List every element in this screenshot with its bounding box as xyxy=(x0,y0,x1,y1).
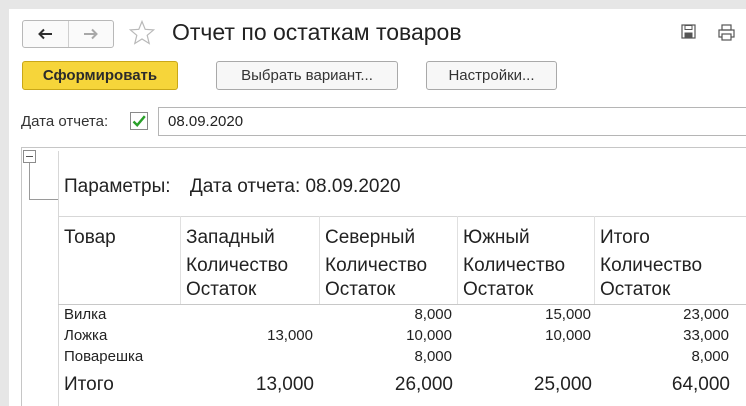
row-product-name: Вилка xyxy=(64,306,107,323)
save-icon[interactable] xyxy=(681,24,696,39)
row-value-west xyxy=(180,347,313,367)
settings-button[interactable]: Настройки... xyxy=(426,61,557,90)
column-header-total: Итого xyxy=(600,227,650,248)
column-divider xyxy=(594,216,595,304)
print-icon[interactable] xyxy=(718,24,735,41)
page-title: Отчет по остаткам товаров xyxy=(172,19,462,45)
back-button[interactable] xyxy=(23,21,68,47)
row-value-west xyxy=(180,305,313,325)
report-margin-line xyxy=(58,151,59,406)
date-label: Дата отчета: xyxy=(21,113,109,130)
column-subheader: Остаток xyxy=(600,279,671,300)
row-product-name: Ложка xyxy=(64,327,108,344)
window-top-frame xyxy=(0,0,746,9)
column-subheader: Остаток xyxy=(186,279,257,300)
totals-label: Итого xyxy=(64,374,114,395)
column-subheader: Остаток xyxy=(325,279,396,300)
table-top-line xyxy=(58,216,746,217)
arrow-right-icon xyxy=(83,28,98,40)
row-value-north: 8,000 xyxy=(414,348,452,365)
generate-button[interactable]: Сформировать xyxy=(22,61,178,90)
column-subheader: Количество xyxy=(463,255,566,276)
column-divider xyxy=(180,216,181,304)
totals-south: 25,000 xyxy=(533,374,592,395)
column-subheader: Количество xyxy=(186,255,289,276)
row-value-north: 10,000 xyxy=(406,327,452,344)
row-value-total: 23,000 xyxy=(683,306,729,323)
column-header-west: Западный xyxy=(186,227,275,248)
column-divider xyxy=(457,216,458,304)
row-product-name: Поварешка xyxy=(64,348,144,365)
row-value-total: 33,000 xyxy=(683,327,729,344)
row-value-south: 15,000 xyxy=(545,306,591,323)
checkmark-icon xyxy=(132,115,146,127)
column-subheader: Остаток xyxy=(463,279,534,300)
row-value-total: 8,000 xyxy=(691,348,729,365)
group-bracket xyxy=(29,163,30,200)
column-header-product: Товар xyxy=(64,227,116,248)
row-value-south: 10,000 xyxy=(545,327,591,344)
row-value-north: 8,000 xyxy=(414,306,452,323)
collapse-icon[interactable] xyxy=(23,150,36,163)
forward-button[interactable] xyxy=(67,21,114,47)
date-field[interactable]: 08.09.2020 xyxy=(158,107,746,136)
report-border-left xyxy=(21,147,22,406)
column-subheader: Количество xyxy=(325,255,428,276)
select-variant-button[interactable]: Выбрать вариант... xyxy=(216,61,398,90)
column-divider xyxy=(319,216,320,304)
arrow-left-icon xyxy=(38,28,53,40)
column-header-south: Южный xyxy=(463,227,530,248)
params-value: Дата отчета: 08.09.2020 xyxy=(189,176,401,197)
totals-total: 64,000 xyxy=(671,374,730,395)
column-header-north: Северный xyxy=(325,227,416,248)
row-value-west: 13,000 xyxy=(267,327,313,344)
window-left-frame xyxy=(0,0,9,406)
totals-west: 13,000 xyxy=(255,374,314,395)
report-parameters: Параметры: Дата отчета: 08.09.2020 xyxy=(64,176,401,198)
star-icon[interactable] xyxy=(128,19,156,47)
report-border-top xyxy=(21,147,746,148)
navigation-buttons xyxy=(22,20,114,48)
params-label: Параметры: xyxy=(64,176,171,197)
group-bracket-tail xyxy=(29,199,58,200)
column-subheader: Количество xyxy=(600,255,703,276)
row-value-south xyxy=(457,347,591,367)
date-checkbox[interactable] xyxy=(130,112,148,130)
totals-north: 26,000 xyxy=(394,374,453,395)
